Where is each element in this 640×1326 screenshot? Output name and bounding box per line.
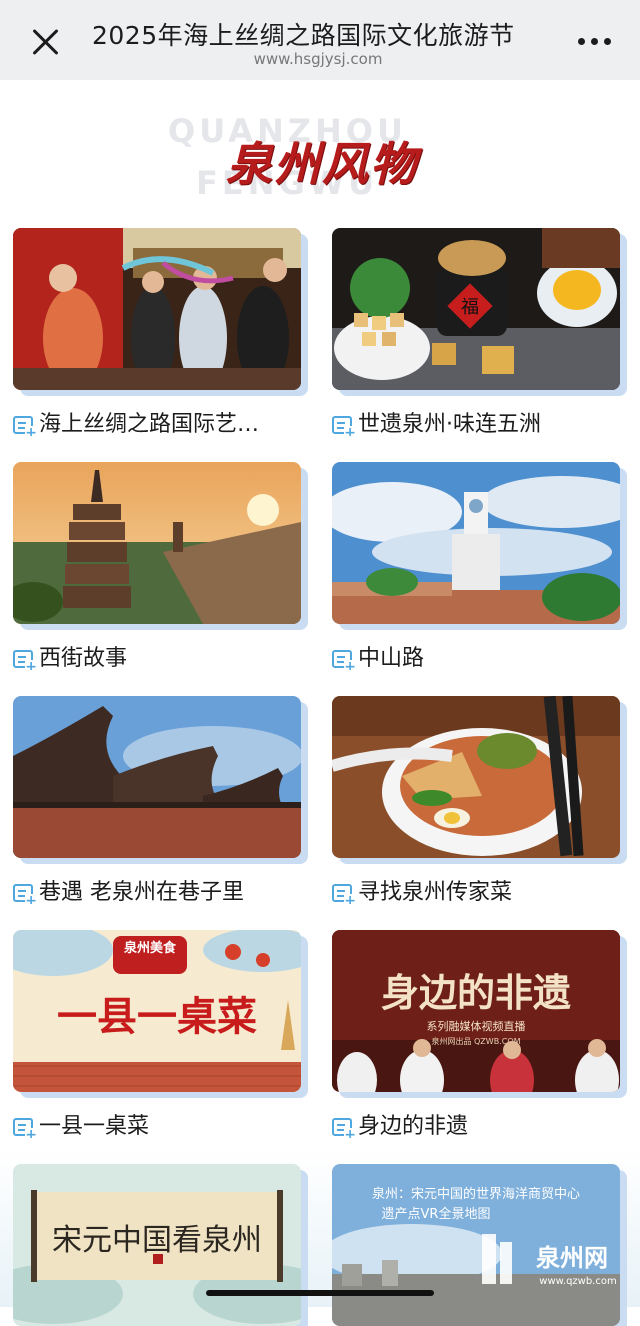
article-icon: [13, 884, 37, 904]
card-label: 一县一桌菜: [39, 1114, 150, 1138]
card-overlay-title: 宋元中国看泉州: [52, 1223, 262, 1258]
badge-text: 泉州美食: [124, 940, 177, 956]
card-label: 世遗泉州·味连五洲: [358, 412, 541, 436]
card-image[interactable]: [332, 462, 620, 624]
more-options-icon[interactable]: [578, 38, 612, 46]
card-caption[interactable]: 中山路: [332, 640, 632, 670]
card-image[interactable]: 泉州美食 一县一桌菜: [13, 930, 301, 1092]
article-icon: [13, 1118, 37, 1138]
card-caption[interactable]: 巷遇 老泉州在巷子里: [13, 874, 313, 904]
article-icon: [332, 416, 356, 436]
card-caption[interactable]: 寻找泉州传家菜: [332, 874, 632, 904]
card-image[interactable]: [13, 228, 301, 390]
close-icon[interactable]: [30, 26, 62, 58]
card-caption[interactable]: 世遗泉州·味连五洲: [332, 406, 632, 436]
home-indicator[interactable]: [206, 1290, 434, 1296]
card-caption[interactable]: 西街故事: [13, 640, 313, 670]
article-icon: [332, 1118, 356, 1138]
article-icon: [332, 884, 356, 904]
section-heading: QUANZHOU FENGWU 泉州风物: [160, 108, 480, 208]
card-label: 寻找泉州传家菜: [358, 880, 513, 904]
card-label: 中山路: [358, 646, 425, 670]
card-image[interactable]: 身边的非遗 系列融媒体视频直播 泉州网出品 QZWB.COM: [332, 930, 620, 1092]
article-icon: [13, 650, 37, 670]
top-bar: 2025年海上丝绸之路国际文化旅游节 www.hsgjysj.com: [0, 0, 640, 80]
card-overlay-title: 一县一桌菜: [57, 993, 257, 1040]
card-overlay-subtitle: 遗产点VR全景地图: [382, 1206, 491, 1222]
article-icon: [332, 650, 356, 670]
card-image[interactable]: [13, 696, 301, 858]
card-caption[interactable]: 海上丝绸之路国际艺…: [13, 406, 313, 436]
page-title: 2025年海上丝绸之路国际文化旅游节: [92, 21, 515, 50]
card-image[interactable]: 泉州：宋元中国的世界海洋商贸中心 遗产点VR全景地图 泉州网 www.qzwb.…: [332, 1164, 620, 1326]
logo-text: 泉州网: [536, 1244, 608, 1272]
card-label: 巷遇 老泉州在巷子里: [39, 880, 244, 904]
card-label: 身边的非遗: [358, 1114, 469, 1138]
heading-title: 泉州风物: [226, 137, 418, 191]
card-image[interactable]: [13, 462, 301, 624]
page-url: www.hsgjysj.com: [253, 50, 383, 68]
card-overlay-title: 泉州：宋元中国的世界海洋商贸中心: [372, 1186, 580, 1202]
card-image[interactable]: [332, 696, 620, 858]
fu-character: 福: [461, 297, 479, 318]
card-caption[interactable]: 身边的非遗: [332, 1108, 632, 1138]
card-overlay-title: 身边的非遗: [381, 970, 571, 1015]
card-overlay-subtitle: 系列融媒体视频直播: [427, 1019, 526, 1033]
card-caption[interactable]: 一县一桌菜: [13, 1108, 313, 1138]
card-label: 海上丝绸之路国际艺…: [39, 412, 260, 436]
card-label: 西街故事: [39, 646, 128, 670]
card-image[interactable]: 宋元中国看泉州: [13, 1164, 301, 1326]
logo-url: www.qzwb.com: [539, 1276, 616, 1287]
article-icon: [13, 416, 37, 436]
card-image[interactable]: 福: [332, 228, 620, 390]
